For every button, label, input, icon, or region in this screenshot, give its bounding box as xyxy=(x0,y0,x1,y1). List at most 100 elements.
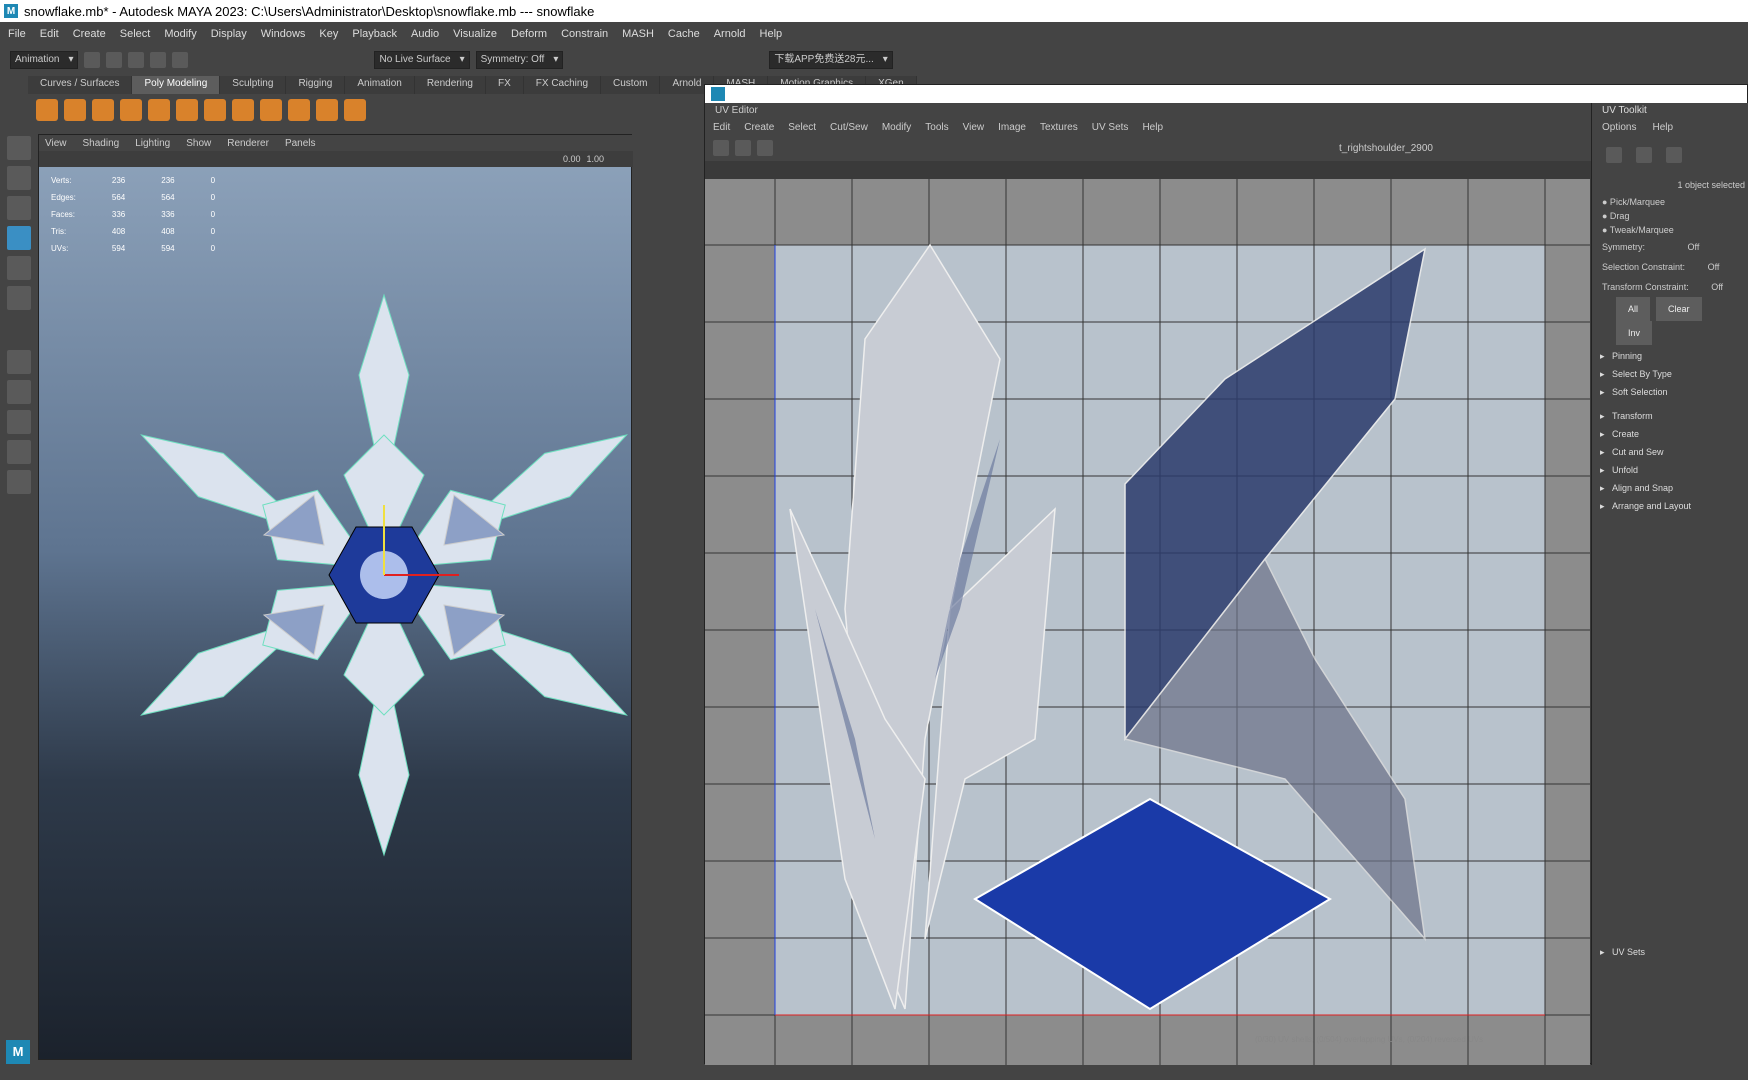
menu-playback[interactable]: Playback xyxy=(352,28,397,40)
uv-menu-item[interactable]: View xyxy=(963,122,985,133)
shelf-tab[interactable]: FX xyxy=(485,76,524,94)
uv-select-mode-icon[interactable] xyxy=(1606,147,1622,163)
viewport-menu-view[interactable]: View xyxy=(45,138,67,149)
section-header[interactable]: Cut and Sew xyxy=(1592,443,1748,461)
viewport-menu-lighting[interactable]: Lighting xyxy=(135,138,170,149)
uv-checker-icon[interactable] xyxy=(757,140,773,156)
uv-menu-item[interactable]: Textures xyxy=(1040,122,1078,133)
mode-dropdown[interactable]: Animation xyxy=(10,51,79,69)
menu-select[interactable]: Select xyxy=(120,28,151,40)
symmetry-dropdown[interactable]: Symmetry: Off xyxy=(475,51,564,69)
menu-mash[interactable]: MASH xyxy=(622,28,654,40)
section-header[interactable]: Transform xyxy=(1592,407,1748,425)
open-scene-icon[interactable] xyxy=(106,52,123,68)
section-header[interactable]: Pinning xyxy=(1592,347,1748,365)
menu-key[interactable]: Key xyxy=(319,28,338,40)
shelf-tab[interactable]: FX Caching xyxy=(523,76,602,94)
move-tool-icon[interactable] xyxy=(7,226,31,250)
far-clip-field[interactable]: 1.00 xyxy=(587,154,605,164)
section-header[interactable]: Soft Selection xyxy=(1592,383,1748,401)
select-inv-button[interactable]: Inv xyxy=(1616,321,1653,345)
menu-edit[interactable]: Edit xyxy=(40,28,59,40)
menu-constrain[interactable]: Constrain xyxy=(561,28,608,40)
menu-file[interactable]: File xyxy=(8,28,26,40)
layout-icon[interactable] xyxy=(7,350,31,374)
select-mode-radio[interactable]: ● Tweak/Marquee xyxy=(1592,223,1748,237)
uv-menu-item[interactable]: Edit xyxy=(713,122,730,133)
layout-three-icon[interactable] xyxy=(7,410,31,434)
select-mode-radio[interactable]: ● Pick/Marquee xyxy=(1592,195,1748,209)
uv-menu-item[interactable]: Image xyxy=(998,122,1026,133)
select-mode-radio[interactable]: ● Drag xyxy=(1592,209,1748,223)
super-shape-icon[interactable] xyxy=(260,99,282,121)
section-header[interactable]: Unfold xyxy=(1592,461,1748,479)
section-header[interactable]: Select By Type xyxy=(1592,365,1748,383)
selection-constraint-row[interactable]: Selection Constraint: Off xyxy=(1592,257,1748,277)
uv-grid-icon[interactable] xyxy=(735,140,751,156)
uv-object-mode-icon[interactable] xyxy=(1666,147,1682,163)
redo-icon[interactable] xyxy=(172,52,189,68)
texture-name[interactable]: t_rightshoulder_2900 xyxy=(1339,143,1433,154)
menu-arnold[interactable]: Arnold xyxy=(714,28,746,40)
plane-icon[interactable] xyxy=(176,99,198,121)
uv-menu-item[interactable]: Modify xyxy=(882,122,911,133)
disc-icon[interactable] xyxy=(204,99,226,121)
near-clip-field[interactable]: 0.00 xyxy=(563,154,581,164)
login-button[interactable]: 下载APP免费送28元... xyxy=(769,51,893,69)
select-all-button[interactable]: All xyxy=(1616,297,1651,321)
uv-menu-item[interactable]: Select xyxy=(788,122,816,133)
transform-constraint-value[interactable]: Off xyxy=(1711,282,1723,292)
undo-icon[interactable] xyxy=(150,52,167,68)
shelf-tab[interactable]: Curves / Surfaces xyxy=(28,76,133,94)
shelf-tab[interactable]: Sculpting xyxy=(220,76,287,94)
transform-constraint-row[interactable]: Transform Constraint: Off xyxy=(1592,277,1748,297)
menu-display[interactable]: Display xyxy=(211,28,247,40)
live-surface-dropdown[interactable]: No Live Surface xyxy=(374,51,470,69)
symmetry-row[interactable]: Symmetry: Off xyxy=(1592,237,1748,257)
cone-icon[interactable] xyxy=(120,99,142,121)
uv-component-mode-icon[interactable] xyxy=(1636,147,1652,163)
zoom-icon[interactable] xyxy=(7,470,31,494)
snowflake-model[interactable] xyxy=(39,175,633,1055)
cube-icon[interactable] xyxy=(64,99,86,121)
viewport-menu-panels[interactable]: Panels xyxy=(285,138,316,149)
save-scene-icon[interactable] xyxy=(128,52,145,68)
selection-constraint-value[interactable]: Off xyxy=(1708,262,1720,272)
uv-toolkit-menu-item[interactable]: Help xyxy=(1652,122,1673,133)
shelf-tab[interactable]: Poly Modeling xyxy=(132,76,221,94)
rotate-tool-icon[interactable] xyxy=(7,256,31,280)
viewport-menu-renderer[interactable]: Renderer xyxy=(227,138,269,149)
viewport-menu-show[interactable]: Show xyxy=(186,138,211,149)
menu-audio[interactable]: Audio xyxy=(411,28,439,40)
shelf-tab[interactable]: Rigging xyxy=(286,76,346,94)
menu-help[interactable]: Help xyxy=(760,28,783,40)
uv-canvas[interactable] xyxy=(705,179,1590,1065)
uv-menu-item[interactable]: Create xyxy=(744,122,774,133)
section-header[interactable]: Create xyxy=(1592,425,1748,443)
uv-shell-icon[interactable] xyxy=(713,140,729,156)
menu-visualize[interactable]: Visualize xyxy=(453,28,497,40)
lasso-tool-icon[interactable] xyxy=(7,166,31,190)
helix-icon[interactable] xyxy=(288,99,310,121)
symmetry-value[interactable]: Off xyxy=(1688,242,1700,252)
uv-toolkit-menu-item[interactable]: Options xyxy=(1602,122,1636,133)
menu-deform[interactable]: Deform xyxy=(511,28,547,40)
uv-menu-item[interactable]: Cut/Sew xyxy=(830,122,868,133)
menu-create[interactable]: Create xyxy=(73,28,106,40)
platonic-icon[interactable] xyxy=(232,99,254,121)
torus-icon[interactable] xyxy=(148,99,170,121)
cylinder-icon[interactable] xyxy=(92,99,114,121)
uv-menu-item[interactable]: UV Sets xyxy=(1092,122,1129,133)
scale-tool-icon[interactable] xyxy=(7,286,31,310)
new-scene-icon[interactable] xyxy=(84,52,101,68)
svg-icon[interactable] xyxy=(344,99,366,121)
uv-sets-section[interactable]: UV Sets xyxy=(1592,943,1645,961)
text-icon[interactable] xyxy=(316,99,338,121)
select-tool-icon[interactable] xyxy=(7,136,31,160)
select-clear-button[interactable]: Clear xyxy=(1656,297,1702,321)
menu-cache[interactable]: Cache xyxy=(668,28,700,40)
outliner-icon[interactable] xyxy=(7,440,31,464)
uv-menu-item[interactable]: Tools xyxy=(925,122,948,133)
shelf-tab[interactable]: Animation xyxy=(345,76,415,94)
section-header[interactable]: Align and Snap xyxy=(1592,479,1748,497)
